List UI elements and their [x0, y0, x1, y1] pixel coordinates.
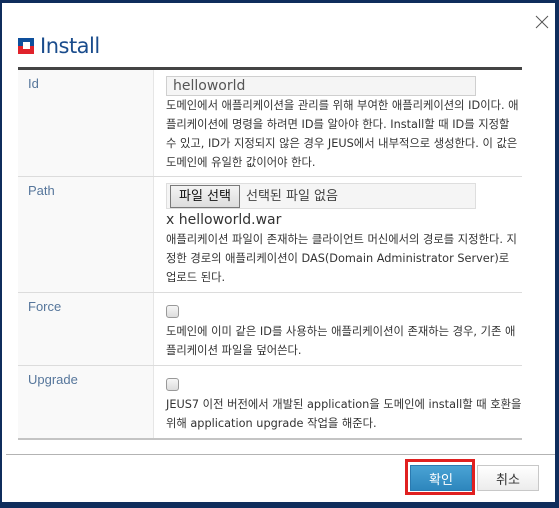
choose-file-button[interactable]: 파일 선택 — [170, 184, 240, 208]
field-row-id: Id 도메인에서 애플리케이션을 관리를 위해 부여한 애플리케이션의 ID이다… — [18, 70, 522, 177]
footer-divider — [6, 454, 555, 455]
field-row-path: Path 파일 선택 선택된 파일 없음 x helloworld.war 애플… — [18, 177, 522, 293]
file-input[interactable]: 파일 선택 선택된 파일 없음 — [166, 183, 476, 209]
upgrade-description: JEUS7 이전 버전에서 개발된 application을 도메인에 inst… — [166, 398, 522, 430]
field-label-path: Path — [18, 177, 154, 292]
close-button[interactable] — [535, 15, 549, 29]
selected-file-name[interactable]: x helloworld.war — [166, 211, 522, 230]
close-icon — [535, 15, 549, 29]
id-input[interactable] — [166, 76, 476, 96]
install-form: Id 도메인에서 애플리케이션을 관리를 위해 부여한 애플리케이션의 ID이다… — [18, 67, 522, 440]
force-checkbox[interactable] — [166, 305, 179, 318]
file-status: 선택된 파일 없음 — [245, 188, 338, 204]
cancel-button[interactable]: 취소 — [477, 465, 539, 491]
install-dialog: Install Id 도메인에서 애플리케이션을 관리를 위해 부여한 애플리케… — [2, 3, 555, 502]
field-label-force: Force — [18, 293, 154, 365]
path-description: 애플리케이션 파일이 존재하는 클라이언트 머신에서의 경로를 지정한다. 지정… — [166, 233, 517, 284]
field-row-upgrade: Upgrade JEUS7 이전 버전에서 개발된 application을 도… — [18, 366, 522, 440]
install-logo-icon — [18, 38, 34, 54]
force-description: 도메인에 이미 같은 ID를 사용하는 애플리케이션이 존재하는 경우, 기존 … — [166, 325, 516, 357]
upgrade-checkbox[interactable] — [166, 378, 179, 391]
id-description: 도메인에서 애플리케이션을 관리를 위해 부여한 애플리케이션의 ID이다. 애… — [166, 99, 519, 169]
field-label-upgrade: Upgrade — [18, 366, 154, 438]
ok-button[interactable]: 확인 — [410, 465, 472, 491]
dialog-title: Install — [18, 34, 100, 58]
field-row-force: Force 도메인에 이미 같은 ID를 사용하는 애플리케이션이 존재하는 경… — [18, 293, 522, 366]
dialog-title-text: Install — [40, 34, 100, 58]
field-label-id: Id — [18, 70, 154, 176]
